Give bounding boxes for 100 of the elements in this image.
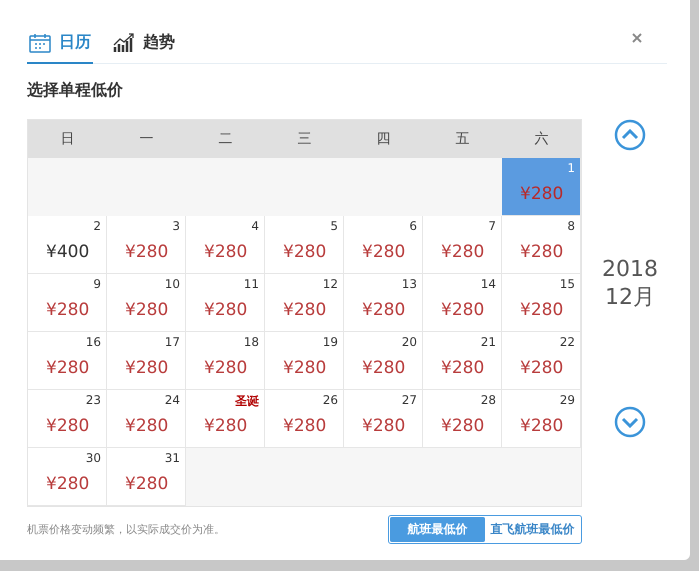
day-number: 19 <box>322 335 338 349</box>
day-number: 9 <box>93 277 101 291</box>
day-number: 31 <box>164 451 180 465</box>
tab[interactable]: 趋势 <box>111 24 177 64</box>
price: ¥280 <box>283 416 326 436</box>
day-number: 17 <box>164 335 180 349</box>
day-cell[interactable]: 12 ¥280 <box>265 274 344 332</box>
month-label: 12月 <box>605 284 655 312</box>
day-cell[interactable]: 28 ¥280 <box>423 390 502 448</box>
price: ¥280 <box>520 300 564 320</box>
day-number: 24 <box>164 393 180 407</box>
day-cell[interactable]: 22 ¥280 <box>502 332 581 390</box>
day-cell[interactable]: 29 ¥280 <box>502 390 581 448</box>
day-cell[interactable]: 23 ¥280 <box>28 390 107 448</box>
day-number: 15 <box>560 277 575 291</box>
price: ¥280 <box>283 242 326 262</box>
price: ¥280 <box>125 358 168 378</box>
day-number: 2 <box>93 219 101 233</box>
day-number: 30 <box>86 451 101 465</box>
day-cell[interactable]: 2 ¥400 <box>28 216 107 274</box>
day-cell[interactable]: 21 ¥280 <box>423 332 502 390</box>
day-number: 14 <box>480 277 496 291</box>
day-cell[interactable]: 5 ¥280 <box>265 216 344 274</box>
tab[interactable]: 日历 <box>27 24 93 64</box>
day-cell[interactable]: 4 ¥280 <box>186 216 265 274</box>
day-cell[interactable]: 30 ¥280 <box>28 448 107 506</box>
price: ¥280 <box>520 184 564 204</box>
weekday-header: 五 <box>423 120 502 158</box>
day-cell[interactable]: 27 ¥280 <box>344 390 423 448</box>
year-label: 2018 <box>602 257 658 282</box>
day-number: 26 <box>322 393 338 407</box>
holiday-label: 圣诞 <box>235 393 259 410</box>
price: ¥280 <box>204 242 248 262</box>
day-cell[interactable]: 16 ¥280 <box>28 332 107 390</box>
price: ¥280 <box>46 416 90 436</box>
price: ¥280 <box>520 416 564 436</box>
price: ¥400 <box>46 242 90 262</box>
day-number: 23 <box>86 393 101 407</box>
day-number: 29 <box>560 393 575 407</box>
down-button[interactable] <box>614 406 646 438</box>
day-cell[interactable]: 18 ¥280 <box>186 332 265 390</box>
day-number: 8 <box>567 219 575 233</box>
up-button[interactable] <box>614 119 646 151</box>
price: ¥280 <box>125 416 168 436</box>
day-cell[interactable]: 3 ¥280 <box>107 216 186 274</box>
calendar-icon <box>29 32 51 52</box>
day-number: 6 <box>409 219 417 233</box>
weekday-header: 四 <box>344 120 423 158</box>
price: ¥280 <box>520 242 564 262</box>
price: ¥280 <box>362 242 406 262</box>
weekday-header: 日 <box>28 120 107 158</box>
day-number: 3 <box>172 219 180 233</box>
day-number: 7 <box>488 219 496 233</box>
day-cell[interactable]: 24 ¥280 <box>107 390 186 448</box>
day-number: 27 <box>402 393 417 407</box>
price: ¥280 <box>283 358 326 378</box>
day-cell[interactable]: 7 ¥280 <box>423 216 502 274</box>
day-cell[interactable]: 14 ¥280 <box>423 274 502 332</box>
weekday-header: 二 <box>186 120 265 158</box>
day-number: 1 <box>567 161 575 175</box>
price: ¥280 <box>362 300 406 320</box>
price: ¥280 <box>362 416 406 436</box>
day-number: 20 <box>402 335 417 349</box>
day-number: 22 <box>560 335 575 349</box>
day-cell[interactable]: 17 ¥280 <box>107 332 186 390</box>
price: ¥280 <box>283 300 326 320</box>
day-cell[interactable]: 31 ¥280 <box>107 448 186 506</box>
price: ¥280 <box>441 242 484 262</box>
day-cell[interactable]: 20 ¥280 <box>344 332 423 390</box>
day-cell[interactable]: 圣诞 ¥280 <box>186 390 265 448</box>
chevron-down-icon <box>614 406 646 438</box>
day-cell[interactable]: 26 ¥280 <box>265 390 344 448</box>
price: ¥280 <box>204 300 248 320</box>
weekday-header: 三 <box>265 120 344 158</box>
day-number: 12 <box>322 277 338 291</box>
price: ¥280 <box>125 242 168 262</box>
price: ¥280 <box>125 300 168 320</box>
price: ¥280 <box>441 416 484 436</box>
price: ¥280 <box>520 358 564 378</box>
price: ¥280 <box>46 300 90 320</box>
day-cell[interactable]: 13 ¥280 <box>344 274 423 332</box>
bar-chart-icon <box>113 32 135 52</box>
price: ¥280 <box>204 416 248 436</box>
price-note: 机票价格变动频繁，以实际成交价为准。 <box>27 522 225 537</box>
day-number: 16 <box>86 335 101 349</box>
weekday-header: 六 <box>502 120 581 158</box>
day-number: 5 <box>330 219 338 233</box>
price: ¥280 <box>441 358 484 378</box>
day-cell[interactable]: 15 ¥280 <box>502 274 581 332</box>
day-cell[interactable]: 6 ¥280 <box>344 216 423 274</box>
day-number: 10 <box>164 277 180 291</box>
price: ¥280 <box>204 358 248 378</box>
day-cell[interactable]: 11 ¥280 <box>186 274 265 332</box>
day-number: 18 <box>244 335 259 349</box>
price: ¥280 <box>441 300 484 320</box>
day-cell[interactable]: 10 ¥280 <box>107 274 186 332</box>
day-cell[interactable]: 19 ¥280 <box>265 332 344 390</box>
day-number: 4 <box>251 219 259 233</box>
day-cell[interactable]: 9 ¥280 <box>28 274 107 332</box>
day-cell[interactable]: 8 ¥280 <box>502 216 581 274</box>
